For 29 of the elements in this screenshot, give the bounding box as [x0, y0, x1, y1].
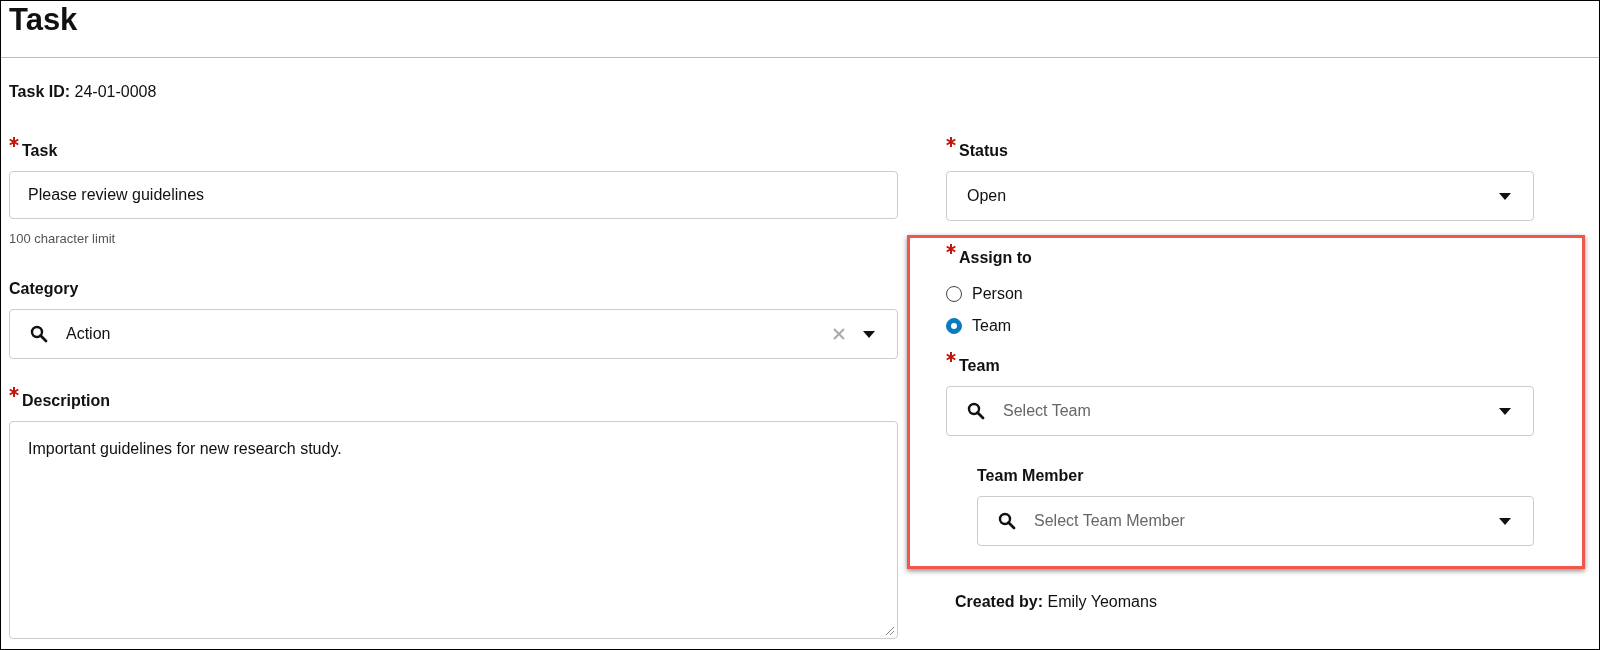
field-label: Status: [959, 141, 1008, 161]
team-dropdown[interactable]: Select Team: [946, 386, 1534, 436]
caret-icon: [1499, 517, 1511, 525]
search-icon: [998, 512, 1016, 530]
resize-handle-icon[interactable]: [885, 626, 894, 635]
status-dropdown[interactable]: Open: [946, 171, 1534, 221]
task-id-text: Task ID: 24-01-0008: [9, 83, 157, 100]
field-label: Team: [959, 356, 1000, 376]
field-label: Task: [22, 141, 58, 161]
caret-icon: [863, 330, 875, 338]
dropdown-field[interactable]: Action: [9, 309, 898, 359]
clear-icon[interactable]: [833, 328, 845, 340]
radio-label[interactable]: Person: [972, 285, 1023, 303]
team-member-dropdown[interactable]: Select Team Member: [977, 496, 1534, 546]
search-icon: [30, 325, 48, 343]
field-label: Team Member: [977, 466, 1084, 486]
text-field[interactable]: Please review guidelines: [9, 171, 898, 219]
field-label: Description: [22, 391, 110, 411]
search-icon: [967, 402, 985, 420]
field-label: Category: [9, 279, 79, 299]
caret-icon: [1499, 407, 1511, 415]
caret-icon: [1499, 192, 1511, 200]
page-title: Task: [9, 1, 78, 39]
created-by-text: Created by: Emily Yeomans: [955, 593, 1157, 610]
field-label: Assign to: [959, 248, 1032, 268]
radio-button[interactable]: [946, 318, 962, 334]
hint-text: 100 character limit: [9, 231, 116, 246]
textarea-field[interactable]: Important guidelines for new research study.: [9, 421, 898, 639]
radio-label[interactable]: Team: [972, 317, 1012, 335]
